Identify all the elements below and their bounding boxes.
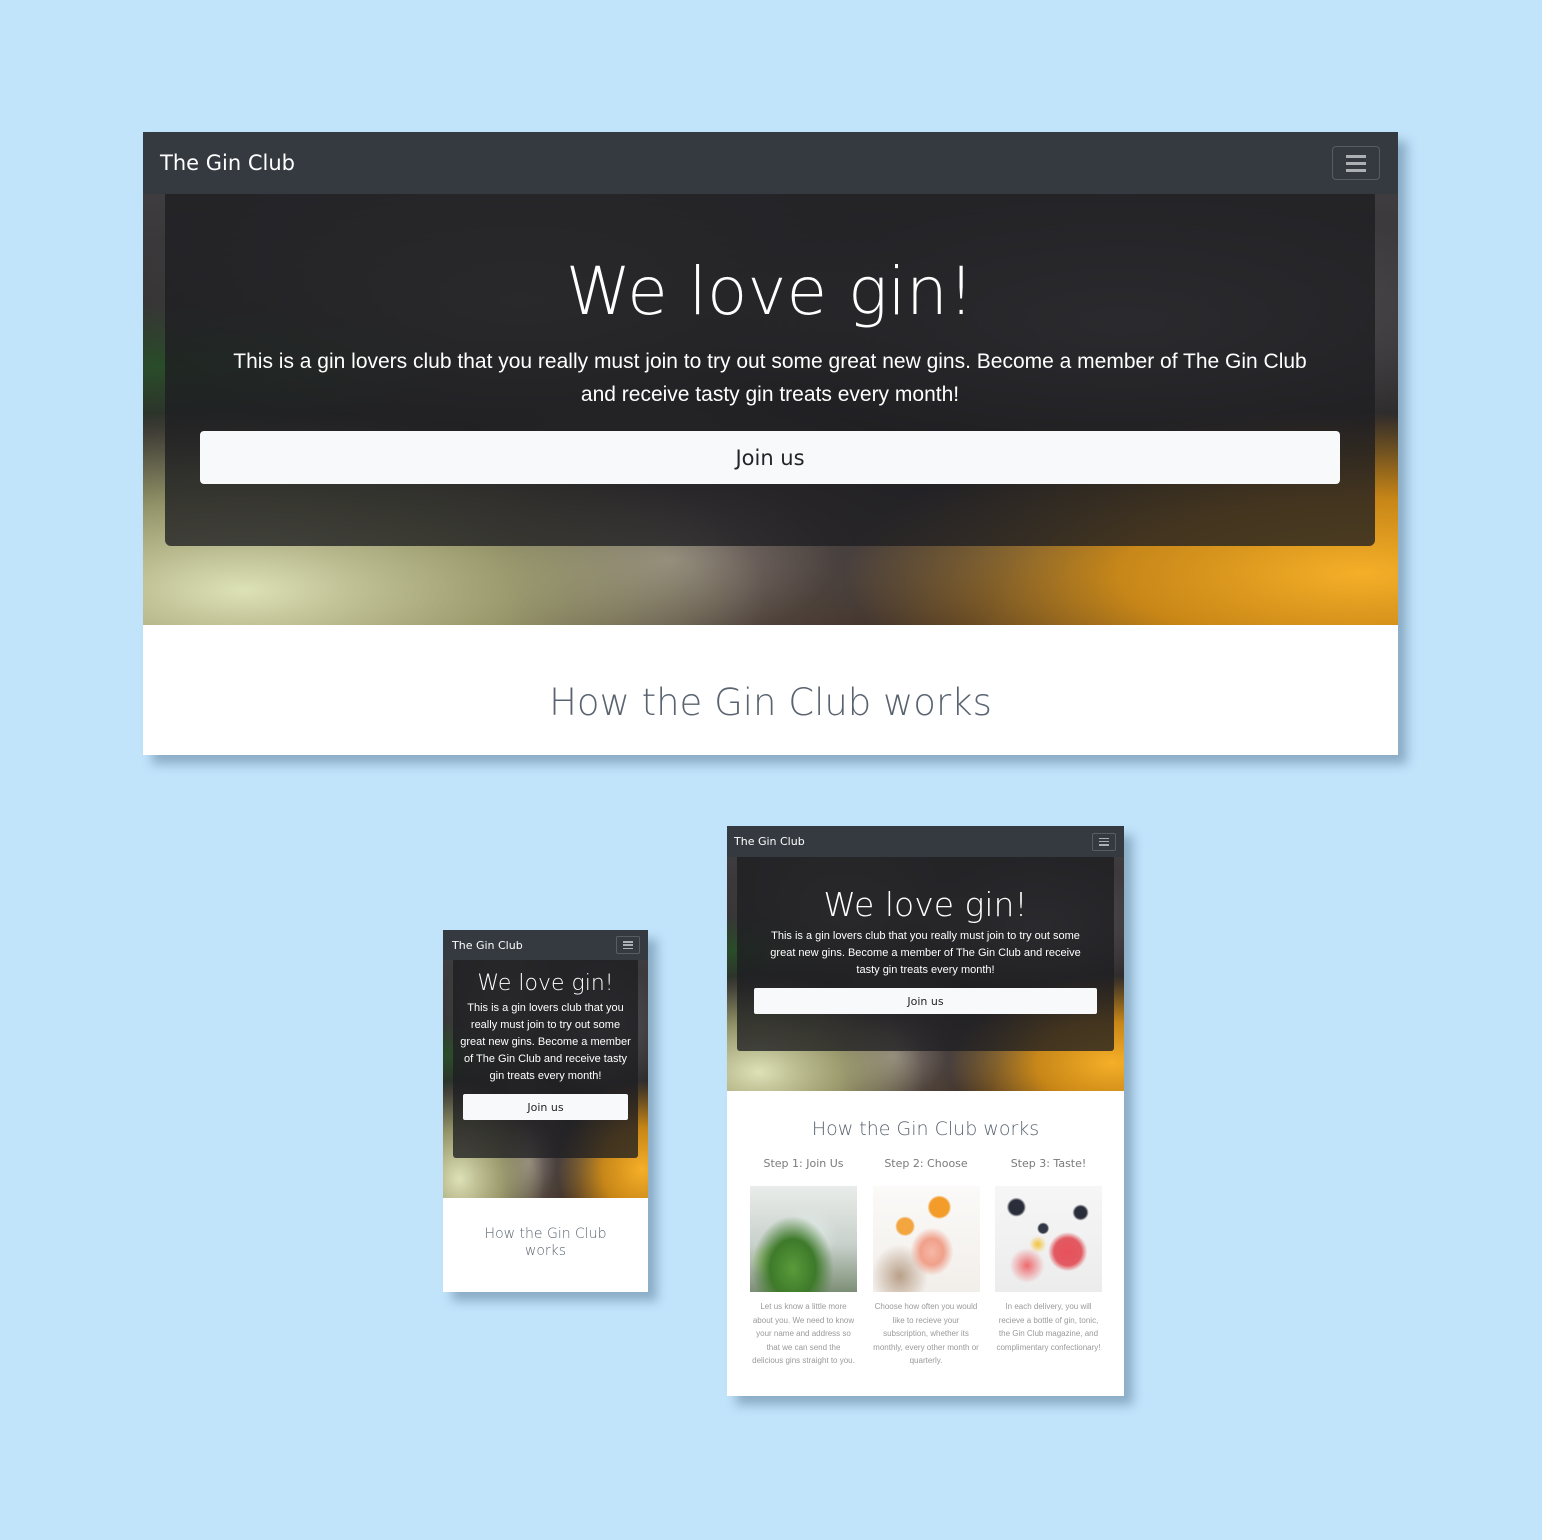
navbar-brand[interactable]: The Gin Club bbox=[160, 151, 295, 175]
step-card: Step 3: Taste! In each delivery, you wil… bbox=[995, 1157, 1102, 1368]
step-title: Step 2: Choose bbox=[884, 1157, 968, 1170]
tablet-preview: The Gin Club We love gin! This is a gin … bbox=[727, 826, 1124, 1396]
hero-overlay: We love gin! This is a gin lovers club t… bbox=[737, 857, 1114, 1051]
join-us-button[interactable]: Join us bbox=[463, 1094, 628, 1120]
join-us-button[interactable]: Join us bbox=[754, 988, 1097, 1014]
hero-overlay: We love gin! This is a gin lovers club t… bbox=[453, 960, 638, 1158]
desktop-preview: The Gin Club We love gin! This is a gin … bbox=[143, 132, 1398, 755]
hero-text: This is a gin lovers club that you reall… bbox=[233, 350, 1307, 406]
hero-section: We love gin! This is a gin lovers club t… bbox=[443, 960, 648, 1198]
join-us-button[interactable]: Join us bbox=[200, 431, 1340, 484]
hero-title: We love gin! bbox=[477, 971, 614, 996]
how-it-works-title: How the Gin Club works bbox=[484, 1226, 607, 1259]
step-card: Step 1: Join Us Let us know a little mor… bbox=[750, 1157, 857, 1368]
menu-toggle-button[interactable] bbox=[616, 936, 640, 954]
hamburger-icon bbox=[623, 941, 633, 949]
how-it-works-section: How the Gin Club works bbox=[143, 625, 1398, 726]
hero-section: We love gin! This is a gin lovers club t… bbox=[727, 857, 1124, 1091]
hero-title: We love gin! bbox=[823, 885, 1028, 924]
step-title: Step 1: Join Us bbox=[763, 1157, 844, 1170]
how-it-works-section: How the Gin Club works bbox=[443, 1198, 648, 1260]
menu-toggle-button[interactable] bbox=[1332, 146, 1380, 180]
steps-row: Step 1: Join Us Let us know a little mor… bbox=[727, 1141, 1124, 1368]
mobile-preview: The Gin Club We love gin! This is a gin … bbox=[443, 930, 648, 1292]
navbar: The Gin Club bbox=[727, 826, 1124, 857]
orange-cocktail-image bbox=[872, 1186, 980, 1292]
menu-toggle-button[interactable] bbox=[1092, 832, 1116, 851]
hero-section: We love gin! This is a gin lovers club t… bbox=[143, 194, 1398, 625]
how-it-works-section: How the Gin Club works Step 1: Join Us L… bbox=[727, 1091, 1124, 1368]
hamburger-icon bbox=[1099, 837, 1109, 846]
hero-text: This is a gin lovers club that you reall… bbox=[460, 1002, 631, 1082]
step-title: Step 3: Taste! bbox=[1010, 1157, 1087, 1170]
navbar-brand[interactable]: The Gin Club bbox=[734, 835, 805, 848]
berries-cocktail-image bbox=[995, 1186, 1102, 1292]
how-it-works-title: How the Gin Club works bbox=[811, 1118, 1040, 1140]
hero-text: This is a gin lovers club that you reall… bbox=[770, 930, 1081, 976]
hero-title: We love gin! bbox=[565, 253, 975, 330]
gin-cucumber-glass-image bbox=[750, 1186, 857, 1292]
hamburger-icon bbox=[1346, 154, 1366, 172]
navbar-brand[interactable]: The Gin Club bbox=[452, 939, 523, 952]
step-text: In each delivery, you will recieve a bot… bbox=[996, 1302, 1101, 1352]
step-text: Choose how often you would like to recie… bbox=[873, 1302, 979, 1365]
navbar: The Gin Club bbox=[443, 930, 648, 960]
hero-overlay: We love gin! This is a gin lovers club t… bbox=[165, 194, 1375, 546]
how-it-works-title: How the Gin Club works bbox=[549, 681, 992, 724]
step-text: Let us know a little more about you. We … bbox=[752, 1302, 855, 1365]
navbar: The Gin Club bbox=[143, 132, 1398, 194]
step-card: Step 2: Choose Choose how often you woul… bbox=[872, 1157, 980, 1368]
